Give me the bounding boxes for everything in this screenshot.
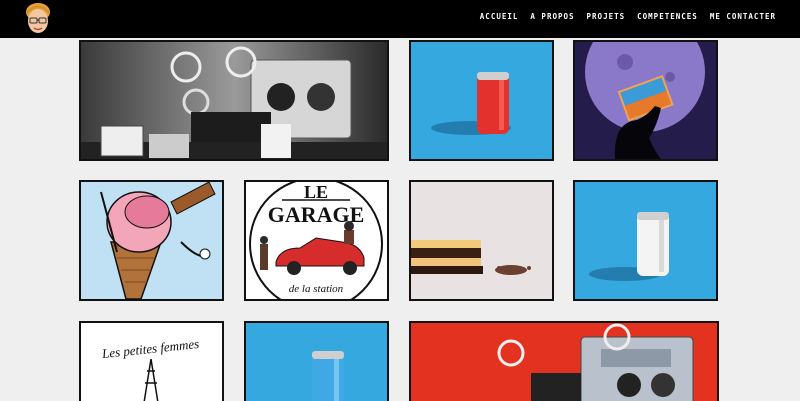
navbar: ACCUEIL A PROPOS PROJETS COMPETENCES ME … <box>0 0 800 38</box>
nav-link-competences[interactable]: COMPETENCES <box>637 12 698 21</box>
portfolio-item-white-can[interactable] <box>573 180 718 301</box>
portfolio-item-space-collage[interactable] <box>573 40 718 161</box>
nav-link-projets[interactable]: PROJETS <box>587 12 626 21</box>
main-nav: ACCUEIL A PROPOS PROJETS COMPETENCES ME … <box>480 12 776 21</box>
nav-link-accueil[interactable]: ACCUEIL <box>480 12 519 21</box>
nav-link-a-propos[interactable]: A PROPOS <box>530 12 574 21</box>
garage-logo-line3: de la station <box>289 283 344 295</box>
portfolio-item-petites-femmes-poster[interactable]: Les petites femmes <box>79 321 224 401</box>
nav-link-me-contacter[interactable]: ME CONTACTER <box>710 12 776 21</box>
portfolio-item-garage-logo[interactable]: LE GARAGE de la station <box>244 180 389 301</box>
garage-logo-line1: LE <box>304 182 328 202</box>
portfolio-item-pastry[interactable] <box>409 180 554 301</box>
avatar-logo[interactable] <box>22 2 54 36</box>
portfolio-item-red-can[interactable] <box>409 40 554 161</box>
portfolio-item-film-projector[interactable] <box>79 40 389 161</box>
portfolio-item-blue-can[interactable] <box>244 321 389 401</box>
portfolio-item-projector-red[interactable] <box>409 321 719 401</box>
portfolio-item-ice-cream-illustration[interactable] <box>79 180 224 301</box>
